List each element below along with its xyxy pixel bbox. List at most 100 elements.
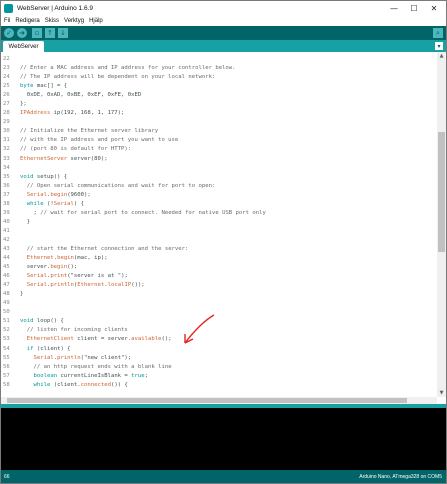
code-text: EthernetClient client = server.available…: [26, 336, 172, 343]
line-number: 42: [3, 236, 10, 243]
line-number: 34: [3, 164, 10, 171]
menu-file[interactable]: Fil: [4, 18, 10, 24]
line-number: 37: [3, 191, 10, 198]
vertical-scrollbar[interactable]: ▲ ▼: [437, 52, 446, 397]
menu-tools[interactable]: Verktyg: [64, 18, 84, 24]
line-number: 52: [3, 327, 10, 334]
code-text: void loop() {: [20, 318, 64, 325]
line-number: 54: [3, 345, 10, 352]
code-text: boolean currentLineIsBlank = true;: [33, 372, 149, 379]
arduino-app-icon: [4, 3, 13, 13]
save-down-arrow-icon: ↓: [60, 29, 66, 37]
line-number: 53: [3, 336, 10, 343]
horizontal-scroll-thumb[interactable]: [7, 398, 407, 403]
line-number: 41: [3, 227, 10, 234]
line-number: 57: [3, 372, 10, 379]
toolbar: ✓ ➜ ▫ ↑ ↓ ⌕: [1, 26, 446, 40]
verify-button[interactable]: ✓: [4, 28, 14, 38]
code-text: while (!Serial) {: [26, 200, 85, 207]
line-number: 25: [3, 83, 10, 90]
code-text: Serial.begin(9600);: [26, 191, 91, 198]
code-text: // an http request ends with a blank lin…: [33, 363, 172, 370]
code-text: Serial.println(Ethernet.localIP());: [26, 282, 145, 289]
vertical-scroll-thumb[interactable]: [438, 132, 445, 252]
line-number: 23: [3, 65, 10, 72]
tab-menu-arrow-icon[interactable]: ▾: [435, 42, 443, 50]
tab-webserver[interactable]: WebServer: [3, 41, 44, 52]
code-text: // listen for incoming clients: [26, 327, 128, 334]
line-number: 40: [3, 218, 10, 225]
code-text: // with the IP address and port you want…: [20, 137, 179, 144]
line-number: 48: [3, 291, 10, 298]
open-button[interactable]: ↑: [45, 28, 55, 38]
code-text: }: [20, 291, 24, 298]
close-button[interactable]: ✕: [424, 1, 444, 15]
code-text: Serial.println("new client");: [33, 354, 132, 361]
code-text: // (port 80 is default for HTTP):: [20, 146, 132, 153]
code-text: 0xDE, 0xAD, 0xBE, 0xEF, 0xFE, 0xED: [20, 92, 142, 99]
line-number: 36: [3, 182, 10, 189]
check-icon: ✓: [6, 29, 12, 37]
menu-bar: Fil Redigera Skiss Verktyg Hjälp: [1, 15, 446, 26]
line-number: 58: [3, 381, 10, 388]
line-number: 22: [3, 56, 10, 62]
horizontal-scrollbar[interactable]: [1, 397, 437, 404]
menu-edit[interactable]: Redigera: [15, 18, 39, 24]
status-bar: 66 Arduino Nano, ATmega328 on COM5: [1, 470, 446, 483]
code-text: EthernetServer server(80);: [20, 155, 108, 162]
line-number: 45: [3, 264, 10, 271]
line-number: 55: [3, 354, 10, 361]
line-number: 49: [3, 300, 10, 307]
line-number: 29: [3, 119, 10, 126]
line-number: 50: [3, 309, 10, 316]
save-button[interactable]: ↓: [58, 28, 68, 38]
new-button[interactable]: ▫: [32, 28, 42, 38]
code-text: Serial.print("server is at ");: [26, 273, 128, 280]
line-number: 24: [3, 74, 10, 81]
line-number: 46: [3, 273, 10, 280]
code-text: // start the Ethernet connection and the…: [26, 245, 189, 252]
line-number: 26: [3, 92, 10, 99]
line-number: 43: [3, 245, 10, 252]
status-line-number: 66: [4, 474, 10, 480]
title-bar: WebServer | Arduino 1.6.9 — ☐ ✕: [1, 1, 446, 15]
new-file-icon: ▫: [34, 29, 40, 37]
code-text: // The IP address will be dependent on y…: [20, 74, 216, 81]
console-output[interactable]: [1, 408, 446, 470]
code-text: if (client) {: [26, 345, 71, 352]
arrow-right-icon: ➜: [19, 29, 25, 37]
code-text: server.begin();: [20, 264, 78, 271]
line-number: 28: [3, 110, 10, 117]
arduino-ide-window: WebServer | Arduino 1.6.9 — ☐ ✕ Fil Redi…: [0, 0, 447, 484]
line-number: 35: [3, 173, 10, 180]
menu-sketch[interactable]: Skiss: [45, 18, 59, 24]
code-text: Ethernet.begin(mac, ip);: [26, 255, 108, 262]
serial-monitor-button[interactable]: ⌕: [433, 28, 443, 38]
upload-button[interactable]: ➜: [17, 28, 27, 38]
line-number: 51: [3, 318, 10, 325]
line-number: 38: [3, 200, 10, 207]
minimize-button[interactable]: —: [384, 1, 404, 15]
code-editor[interactable]: 22 23 // Enter a MAC address and IP addres…: [1, 52, 437, 397]
menu-help[interactable]: Hjälp: [89, 18, 103, 24]
maximize-button[interactable]: ☐: [404, 1, 424, 15]
magnifier-icon: ⌕: [436, 28, 440, 37]
line-number: 47: [3, 282, 10, 289]
code-text: IPAddress ip(192, 168, 1, 177);: [20, 110, 125, 117]
open-up-arrow-icon: ↑: [47, 29, 53, 37]
code-text: // Open serial communications and wait f…: [26, 182, 216, 189]
scroll-up-arrow-icon[interactable]: ▲: [437, 52, 446, 60]
line-number: 39: [3, 209, 10, 216]
line-number: 31: [3, 137, 10, 144]
window-title: WebServer | Arduino 1.6.9: [17, 4, 94, 12]
status-board-info: Arduino Nano, ATmega328 on COM5: [359, 474, 442, 480]
line-number: 30: [3, 128, 10, 135]
scroll-down-arrow-icon[interactable]: ▼: [437, 389, 446, 397]
code-text: while (client.connected()) {: [33, 381, 128, 388]
code-text: ; // wait for serial port to connect. Ne…: [20, 209, 266, 216]
window-controls: — ☐ ✕: [384, 1, 444, 15]
line-number: 44: [3, 255, 10, 262]
code-text: // Initialize the Ethernet server librar…: [20, 128, 159, 135]
line-number: 56: [3, 363, 10, 370]
tab-bar: WebServer ▾: [1, 40, 446, 52]
